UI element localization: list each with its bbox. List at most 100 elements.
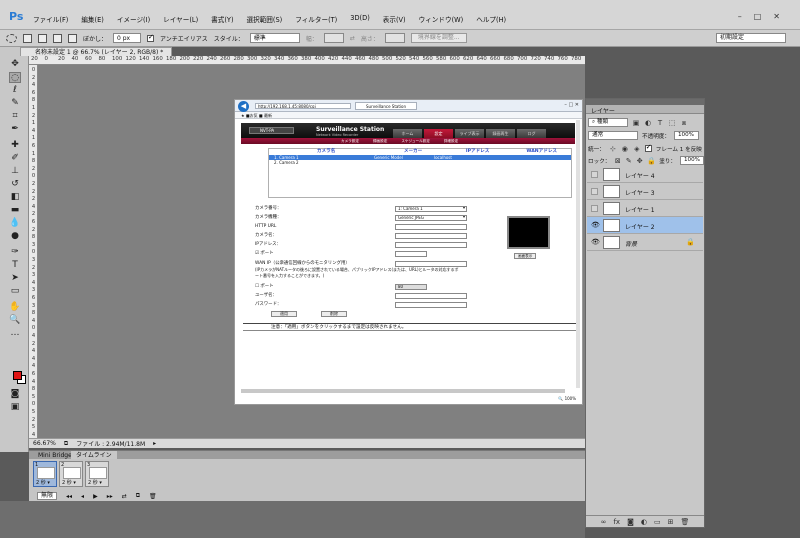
frame-delay[interactable]: 2 秒 ▾ (36, 479, 50, 486)
lock-all-icon[interactable]: 🔒 (647, 157, 656, 165)
layer-name[interactable]: レイヤー 3 (625, 188, 655, 197)
antialias-checkbox[interactable] (147, 33, 155, 42)
menu-filter[interactable]: フィルター(T) (295, 14, 337, 24)
menu-edit[interactable]: 編集(E) (81, 14, 104, 24)
document-tab[interactable]: 名称未設定 1 @ 66.7% (レイヤー 2, RGB/8) * (20, 47, 173, 56)
history-brush-tool-icon[interactable]: ↺ (9, 179, 21, 190)
zoom-tool-icon[interactable]: 🔍 (9, 315, 21, 326)
refine-edge-button[interactable]: 境界線を調整... (410, 33, 467, 43)
mask-icon[interactable]: ◙ (627, 518, 634, 526)
kind-filter-select[interactable]: ⌕ 種類 (588, 118, 628, 127)
prev-frame-icon[interactable]: ◂ (81, 493, 84, 500)
fill-input[interactable]: 100% (680, 156, 704, 165)
first-frame-icon[interactable]: ◂◂ (66, 493, 72, 500)
new-selection-icon[interactable] (23, 33, 32, 43)
frame-delay[interactable]: 2 秒 ▾ (62, 479, 76, 486)
layer-name[interactable]: 背景 (625, 239, 637, 248)
layer-row[interactable]: 👁 背景 🔒 (587, 234, 703, 251)
menu-3d[interactable]: 3D(D) (350, 14, 370, 24)
document-image[interactable]: ◀ http://192.168.1.45:8080/cgi Surveilla… (234, 99, 583, 405)
foreground-color-swatch[interactable] (13, 371, 22, 380)
menu-image[interactable]: イメージ(I) (117, 14, 150, 24)
visibility-toggle[interactable] (591, 188, 598, 195)
link-icon[interactable]: ∞ (601, 518, 607, 526)
tween-icon[interactable]: ⇄ (122, 493, 127, 500)
adjust-filter-icon[interactable]: ◐ (644, 119, 652, 127)
delete-frame-icon[interactable]: 🗑 (149, 493, 157, 500)
new-layer-icon[interactable]: ⊞ (668, 518, 674, 526)
hand-tool-icon[interactable]: ✋ (9, 302, 21, 313)
marquee-tool-icon[interactable]: ◌ (9, 72, 21, 83)
status-share-icon[interactable]: ⧉ (64, 440, 68, 448)
eye-icon[interactable]: 👁 (591, 238, 600, 246)
loop-select[interactable]: 無限 (37, 492, 58, 500)
menu-view[interactable]: 表示(V) (383, 14, 406, 24)
lock-pixels-icon[interactable]: ✎ (625, 157, 632, 165)
layer-name[interactable]: レイヤー 2 (625, 222, 655, 231)
unify-style-icon[interactable]: ◈ (633, 145, 641, 153)
layer-row[interactable]: レイヤー 3 (587, 183, 703, 200)
menu-select[interactable]: 選択範囲(S) (247, 14, 283, 24)
crop-tool-icon[interactable]: ⌗ (9, 111, 21, 122)
minimize-button[interactable]: – (738, 12, 742, 21)
maximize-button[interactable]: □ (754, 12, 762, 21)
feather-input[interactable]: 0 px (113, 33, 142, 43)
more-tools-icon[interactable]: … (9, 328, 21, 339)
zoom-level[interactable]: 66.67% (33, 440, 56, 447)
style-select[interactable]: 標準 (249, 33, 300, 43)
folder-icon[interactable]: ▭ (654, 518, 661, 526)
frame-delay[interactable]: 2 秒 ▾ (88, 479, 102, 486)
eye-icon[interactable]: 👁 (591, 221, 600, 229)
shape-tool-icon[interactable]: ▭ (9, 286, 21, 297)
adjustment-icon[interactable]: ◐ (641, 518, 647, 526)
menu-file[interactable]: ファイル(F) (33, 14, 68, 24)
smart-filter-icon[interactable]: ⧈ (680, 119, 688, 127)
menu-layer[interactable]: レイヤー(L) (163, 14, 198, 24)
next-frame-icon[interactable]: ▸▸ (107, 493, 113, 500)
trash-icon[interactable]: 🗑 (680, 518, 689, 526)
unify-visibility-icon[interactable]: ◉ (621, 145, 629, 153)
intersect-selection-icon[interactable] (68, 33, 77, 43)
quick-select-tool-icon[interactable]: ✎ (9, 98, 21, 109)
fx-icon[interactable]: fx (613, 518, 620, 526)
lock-transparency-icon[interactable]: ⊠ (614, 157, 621, 165)
status-arrow-icon[interactable]: ▸ (153, 440, 156, 447)
pixel-filter-icon[interactable]: ▣ (632, 119, 640, 127)
unify-position-icon[interactable]: ⊹ (609, 145, 617, 153)
move-tool-icon[interactable]: ✥ (9, 59, 21, 70)
menu-window[interactable]: ウィンドウ(W) (419, 14, 464, 24)
healing-tool-icon[interactable]: ✚ (9, 140, 21, 151)
close-button[interactable]: ✕ (773, 12, 780, 21)
duplicate-frame-icon[interactable]: ⧉ (136, 492, 140, 500)
eraser-tool-icon[interactable]: ◧ (9, 192, 21, 203)
menu-help[interactable]: ヘルプ(H) (476, 14, 506, 24)
layer-name[interactable]: レイヤー 4 (625, 171, 655, 180)
workspace-select[interactable]: 初期設定 (716, 33, 786, 43)
shape-filter-icon[interactable]: ⬚ (668, 119, 676, 127)
blur-tool-icon[interactable]: 💧 (9, 218, 21, 229)
gradient-tool-icon[interactable]: ▬ (9, 205, 21, 216)
type-tool-icon[interactable]: T (9, 260, 21, 271)
layer-row[interactable]: レイヤー 1 (587, 200, 703, 217)
layers-panel-title[interactable]: レイヤー (591, 106, 615, 115)
animation-frame[interactable]: 2 2 秒 ▾ (59, 461, 83, 487)
play-icon[interactable]: ▶ (93, 493, 98, 500)
layer-row[interactable]: レイヤー 4 (587, 166, 703, 183)
screen-mode-icon[interactable]: ▣ (9, 402, 21, 413)
visibility-toggle[interactable] (591, 205, 598, 212)
pen-tool-icon[interactable]: ✑ (9, 247, 21, 258)
layer-name[interactable]: レイヤー 1 (625, 205, 655, 214)
opacity-input[interactable]: 100% (673, 131, 699, 140)
stamp-tool-icon[interactable]: ⊥ (9, 166, 21, 177)
type-filter-icon[interactable]: T (656, 119, 664, 127)
path-select-tool-icon[interactable]: ➤ (9, 273, 21, 284)
visibility-toggle[interactable] (591, 171, 598, 178)
dodge-tool-icon[interactable]: ● (9, 231, 21, 242)
add-selection-icon[interactable] (38, 33, 47, 43)
lasso-tool-icon[interactable]: ℓ (9, 85, 21, 96)
brush-tool-icon[interactable]: ✐ (9, 153, 21, 164)
blend-mode-select[interactable]: 通常 (588, 131, 638, 140)
propagate-frame-checkbox[interactable] (644, 143, 652, 152)
lock-position-icon[interactable]: ✥ (636, 157, 643, 165)
eyedropper-tool-icon[interactable]: ✒ (9, 124, 21, 135)
